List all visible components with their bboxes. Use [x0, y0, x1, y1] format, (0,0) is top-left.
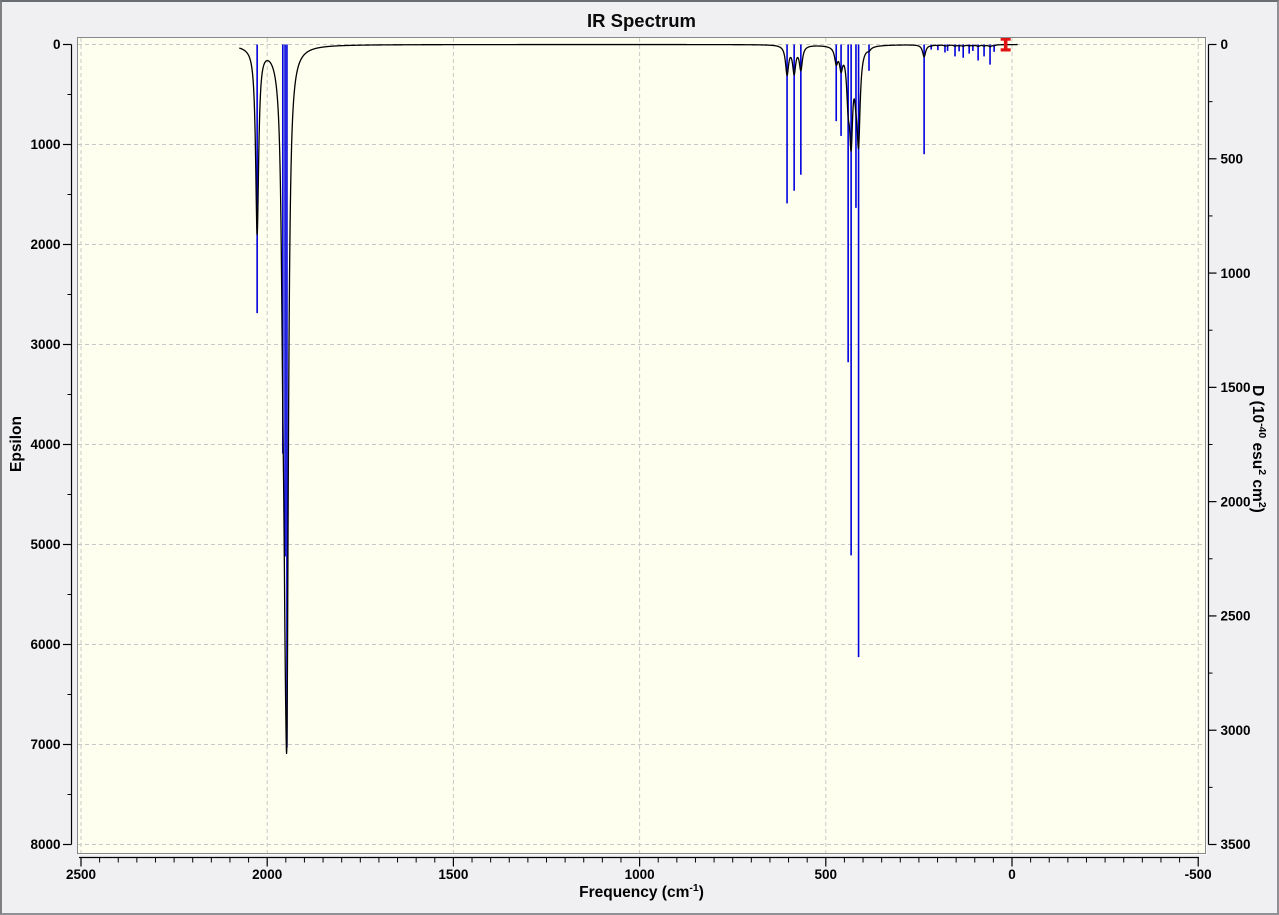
y-left-tick-label: 1000 [30, 137, 60, 152]
x-axis-title-close: ) [698, 884, 704, 901]
plot-canvas [78, 38, 1205, 853]
y-left-tick-label: 0 [53, 37, 61, 52]
y-right-tick-label: 0 [1221, 37, 1229, 52]
y-right-tick-label: 3500 [1221, 837, 1251, 852]
y-left-tick-label: 6000 [30, 637, 60, 652]
plot-area[interactable] [77, 37, 1206, 854]
y-axis-left-title: Epsilon [8, 416, 25, 472]
x-axis-tick-label: 500 [815, 867, 838, 882]
x-axis-title: Frequency (cm-1) [77, 881, 1206, 902]
x-axis-tick-label: 0 [1008, 867, 1016, 882]
y-left-tick-label: 8000 [30, 837, 60, 852]
x-axis-title-sup: -1 [689, 881, 699, 894]
chart-title: IR Spectrum [587, 10, 696, 31]
y-axis-right-title: D (10-40 esu2 cm2) [1249, 385, 1269, 513]
y-axis-left: 0 1000 2000 3000 4000 5000 6000 7000 8000 [30, 37, 73, 852]
y-right-tick-label: 1500 [1221, 380, 1251, 395]
x-axis-tick-label: 1500 [438, 867, 468, 882]
y-axis-right: 0 500 1000 1500 2000 2500 3000 3500 [1207, 37, 1251, 852]
y-left-tick-label: 7000 [30, 737, 60, 752]
gridlines [78, 38, 1205, 853]
y-right-tick-label: 2000 [1221, 494, 1251, 509]
spectrum-curve [238, 43, 1019, 755]
y-left-tick-label: 3000 [30, 337, 60, 352]
x-axis: 2500 2000 1500 1000 500 0 -500 [66, 856, 1212, 882]
y-left-tick-label: 5000 [30, 537, 60, 552]
x-axis-tick-label: -500 [1185, 867, 1212, 882]
y-right-tick-label: 500 [1221, 151, 1244, 166]
x-axis-tick-label: 2500 [66, 867, 96, 882]
y-left-tick-label: 4000 [30, 437, 60, 452]
y-right-tick-label: 3000 [1221, 723, 1251, 738]
x-axis-tick-label: 1000 [625, 867, 655, 882]
mode-sticks [256, 44, 995, 748]
ir-spectrum-curve [238, 43, 1019, 755]
x-axis-tick-label: 2000 [252, 867, 282, 882]
y-right-tick-label: 1000 [1221, 266, 1251, 281]
y-right-tick-label: 2500 [1221, 609, 1251, 624]
y-left-tick-label: 2000 [30, 237, 60, 252]
x-axis-title-text: Frequency (cm [579, 884, 690, 901]
